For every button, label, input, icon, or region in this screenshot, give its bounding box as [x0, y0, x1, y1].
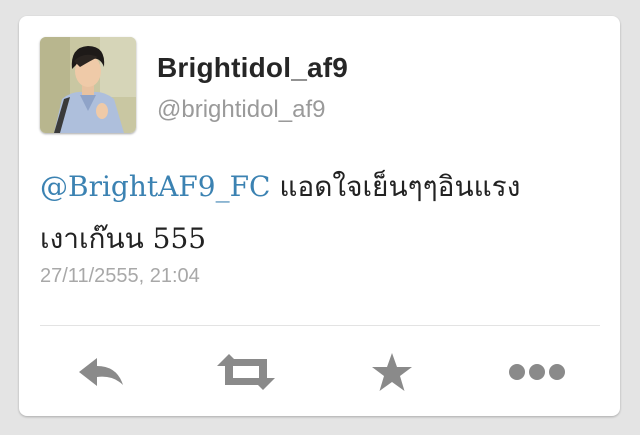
- avatar-photo: [40, 37, 136, 133]
- reply-button[interactable]: [71, 348, 131, 396]
- mention-link[interactable]: @BrightAF9_FC: [40, 170, 270, 203]
- tweet-timestamp: 27/11/2555, 21:04: [40, 265, 200, 287]
- user-handle[interactable]: @brightidol_af9: [157, 96, 325, 124]
- more-button[interactable]: [507, 348, 567, 396]
- tweet-text: @BrightAF9_FC แอดใจเย็นๆๆอินแรงเงาเก๊นน …: [40, 161, 590, 265]
- display-name[interactable]: Brightidol_af9: [157, 52, 348, 84]
- avatar[interactable]: [40, 37, 136, 133]
- retweet-button[interactable]: [216, 348, 276, 396]
- star-icon: [372, 353, 412, 391]
- tweet-body-line1: แอดใจเย็นๆๆอินแรง: [279, 170, 521, 203]
- reply-icon: [79, 358, 123, 386]
- divider: [40, 325, 600, 326]
- favorite-button[interactable]: [362, 348, 422, 396]
- more-dots-icon: [509, 364, 565, 380]
- tweet-body-line2: เงาเก๊นน 555: [40, 222, 207, 255]
- retweet-icon: [217, 354, 275, 390]
- tweet-card: Brightidol_af9 @brightidol_af9 @BrightAF…: [19, 16, 620, 416]
